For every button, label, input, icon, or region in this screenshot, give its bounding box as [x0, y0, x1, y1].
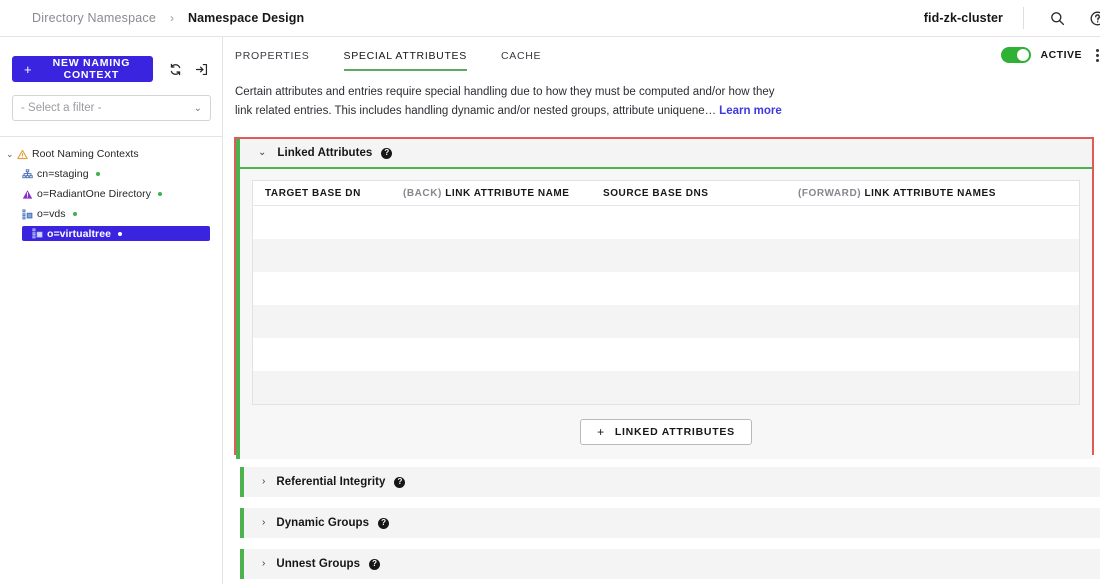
add-linked-attributes-label: LINKED ATTRIBUTES [614, 426, 735, 438]
help-icon[interactable]: ? [369, 558, 381, 570]
tree-root-label: Root Naming Contexts [32, 148, 139, 160]
active-toggle[interactable] [1001, 47, 1032, 63]
chevron-down-icon: ⌄ [193, 102, 202, 114]
filter-select-value: - Select a filter - [21, 102, 102, 114]
status-dot [117, 231, 122, 236]
column-header-target-base-dn[interactable]: TARGET BASE DN [253, 188, 403, 199]
refresh-icon[interactable] [167, 58, 184, 80]
main-content: PROPERTIES SPECIAL ATTRIBUTES CACHE ACTI… [223, 37, 1100, 584]
intro-line-1: Certain attributes and entries require s… [235, 86, 775, 98]
learn-more-link[interactable]: Learn more [719, 105, 782, 117]
table-header-row: TARGET BASE DN (BACK) LINK ATTRIBUTE NAM… [253, 181, 1079, 206]
section-title: Unnest Groups [276, 558, 361, 570]
linked-attributes-table: TARGET BASE DN (BACK) LINK ATTRIBUTE NAM… [252, 180, 1080, 405]
warning-triangle-icon [17, 149, 32, 160]
section-linked-attributes: ⌄ Linked Attributes ? TARGET BASE DN (BA… [236, 139, 1092, 459]
search-icon[interactable] [1044, 5, 1070, 31]
tab-properties[interactable]: PROPERTIES [235, 50, 310, 69]
toggle-knob [1017, 49, 1030, 61]
help-icon[interactable]: ? [394, 476, 406, 488]
column-header-link-attribute-name[interactable]: (BACK) LINK ATTRIBUTE NAME [403, 188, 603, 199]
chevron-right-icon[interactable]: › [262, 518, 265, 528]
column-header-label: LINK ATTRIBUTE NAMES [864, 187, 996, 199]
status-dot [95, 172, 100, 176]
tree-item-label: o=vds [37, 208, 66, 220]
column-header-prefix: (FORWARD) [798, 187, 862, 199]
expand-chevron-icon[interactable]: ⌄ [6, 149, 17, 159]
section-title: Dynamic Groups [276, 517, 370, 529]
import-icon[interactable] [193, 58, 210, 80]
filter-select[interactable]: - Select a filter - ⌄ [12, 95, 211, 121]
tree-item-label: o=virtualtree [47, 227, 111, 240]
tree-item-o-virtualtree[interactable]: o=virtualtree [22, 226, 210, 241]
section-linked-attributes-header[interactable]: ⌄ Linked Attributes ? [240, 139, 1092, 169]
section-referential-integrity[interactable]: › Referential Integrity ? [240, 467, 1100, 497]
breadcrumb-parent[interactable]: Directory Namespace [32, 11, 156, 25]
naming-context-tree: ⌄ Root Naming Contexts cn=staging o=Radi… [0, 137, 222, 241]
status-dot [158, 192, 163, 196]
tree-item-label: cn=staging [37, 168, 89, 180]
column-header-label: SOURCE BASE DNS [603, 187, 709, 199]
table-row[interactable] [253, 239, 1079, 272]
top-bar-divider [1023, 7, 1024, 29]
tree-item-cn-staging[interactable]: cn=staging [0, 166, 210, 182]
column-header-prefix: (BACK) [403, 187, 442, 199]
linked-attributes-highlight: ⌄ Linked Attributes ? TARGET BASE DN (BA… [234, 137, 1094, 459]
section-unnest-groups[interactable]: › Unnest Groups ? [240, 549, 1100, 579]
tab-special-attributes[interactable]: SPECIAL ATTRIBUTES [343, 50, 467, 71]
active-toggle-label: ACTIVE [1040, 49, 1082, 61]
section-dynamic-groups[interactable]: › Dynamic Groups ? [240, 508, 1100, 538]
cluster-name-label: fid-zk-cluster [923, 11, 1003, 25]
hierarchy-icon [22, 168, 37, 180]
top-bar-right: fid-zk-cluster [924, 0, 1100, 36]
status-dot [72, 212, 77, 216]
top-bar: Directory Namespace › Namespace Design f… [0, 0, 1100, 37]
new-naming-context-button[interactable]: + NEW NAMING CONTEXT [12, 56, 154, 82]
tree-item-o-vds[interactable]: o=vds [0, 206, 210, 222]
hierarchy-node-icon [22, 208, 37, 220]
column-header-source-base-dns[interactable]: SOURCE BASE DNS [603, 188, 798, 199]
intro-line-2: link related entries. This includes hand… [235, 105, 717, 117]
active-toggle-group: ACTIVE [1001, 47, 1099, 63]
table-row[interactable] [253, 206, 1079, 239]
intro-text-block: Certain attributes and entries require s… [223, 71, 943, 121]
help-icon[interactable]: ? [381, 147, 393, 159]
plus-icon: + [24, 61, 33, 77]
table-row[interactable] [253, 272, 1079, 305]
breadcrumb-separator-icon: › [169, 11, 174, 25]
section-title: Linked Attributes [277, 147, 373, 159]
more-options-icon[interactable] [1096, 48, 1099, 62]
column-header-label: LINK ATTRIBUTE NAME [445, 187, 570, 199]
sidebar: + NEW NAMING CONTEXT - Select a filter -… [0, 37, 223, 584]
section-linked-attributes-body: TARGET BASE DN (BACK) LINK ATTRIBUTE NAM… [240, 169, 1092, 459]
section-title: Referential Integrity [276, 476, 386, 488]
help-icon[interactable]: ? [378, 517, 390, 529]
column-header-label: TARGET BASE DN [265, 187, 361, 199]
breadcrumb-current: Namespace Design [187, 11, 305, 25]
sidebar-actions: + NEW NAMING CONTEXT [0, 37, 222, 82]
tree-item-o-radiantone-directory[interactable]: o=RadiantOne Directory [0, 186, 210, 202]
tree-root-node[interactable]: ⌄ Root Naming Contexts [0, 146, 210, 162]
help-circle-icon[interactable] [1084, 5, 1100, 31]
breadcrumb: Directory Namespace › Namespace Design [32, 11, 304, 25]
plus-icon: + [597, 425, 605, 439]
table-row[interactable] [253, 305, 1079, 338]
chevron-down-icon[interactable]: ⌄ [258, 148, 266, 158]
hierarchy-node-icon [32, 228, 47, 239]
filter-wrapper: - Select a filter - ⌄ [0, 82, 222, 121]
chevron-right-icon[interactable]: › [262, 559, 265, 569]
tab-bar: PROPERTIES SPECIAL ATTRIBUTES CACHE ACTI… [223, 37, 1100, 71]
purple-triangle-icon [22, 189, 37, 200]
add-linked-attributes-button[interactable]: + LINKED ATTRIBUTES [580, 419, 752, 445]
table-row[interactable] [253, 338, 1079, 371]
tab-cache[interactable]: CACHE [501, 50, 541, 69]
column-header-link-attribute-names[interactable]: (FORWARD) LINK ATTRIBUTE NAMES [798, 188, 1079, 199]
chevron-right-icon[interactable]: › [262, 477, 265, 487]
new-naming-context-label: NEW NAMING CONTEXT [52, 57, 131, 81]
table-row[interactable] [253, 371, 1079, 404]
linked-attributes-footer: + LINKED ATTRIBUTES [252, 405, 1080, 459]
tree-item-label: o=RadiantOne Directory [37, 188, 152, 200]
